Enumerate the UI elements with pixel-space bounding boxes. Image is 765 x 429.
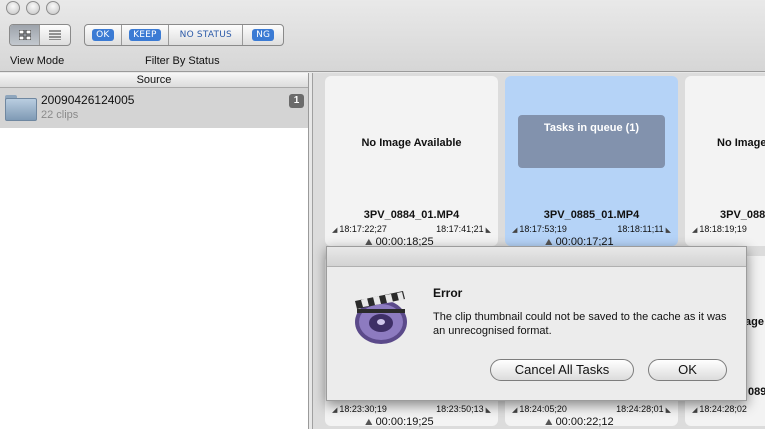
clip-name: 3PV_088 — [720, 209, 765, 221]
clip-tile[interactable]: No Image 3PV_088 18:18:19;19 — [685, 76, 765, 246]
clip-in-timecode: 18:24:28;02 — [692, 404, 747, 414]
clip-in-timecode: 18:18:19;19 — [692, 224, 747, 234]
filter-keep-button[interactable]: KEEP — [122, 25, 170, 45]
folder-icon — [5, 95, 37, 121]
filter-keep-label: KEEP — [129, 29, 161, 41]
clip-out-timecode: 18:24:28;01 — [616, 404, 671, 414]
clip-name: 3PV_0884_01.MP4 — [363, 209, 460, 221]
list-view-button[interactable] — [40, 25, 70, 45]
ok-button[interactable]: OK — [648, 359, 727, 381]
clip-no-image-text: No Image Available — [361, 137, 462, 149]
tasks-queue-text: Tasks in queue (1) — [543, 122, 640, 134]
clip-out-timecode: 18:17:41;21 — [436, 224, 491, 234]
filter-ok-label: OK — [92, 29, 114, 41]
clip-tile[interactable]: No Image Available 3PV_0884_01.MP4 18:17… — [325, 76, 498, 248]
grid-view-button[interactable] — [10, 25, 40, 45]
source-item-clip-count: 22 clips — [41, 109, 79, 121]
tasks-queue-overlay: Tasks in queue (1) — [518, 115, 665, 168]
source-header: Source — [0, 73, 308, 88]
clip-in-timecode: 18:17:53;19 — [512, 224, 567, 234]
list-icon — [49, 30, 61, 40]
filter-ng-label: NG — [252, 29, 275, 41]
clip-out-timecode: 18:18:11;11 — [617, 224, 671, 234]
clip-out-timecode: 18:23:50;13 — [436, 404, 491, 414]
clip-in-timecode: 18:24:05;20 — [512, 404, 567, 414]
status-filter-control: OK KEEP NO STATUS NG — [84, 24, 284, 46]
clip-duration: 00:00:22;12 — [545, 416, 614, 428]
window-close-button[interactable] — [6, 1, 20, 15]
clip-in-timecode: 18:17:22;27 — [332, 224, 387, 234]
clip-name: 089 — [748, 386, 765, 398]
source-item[interactable]: 20090426124005 22 clips 1 — [0, 88, 308, 128]
clip-no-image-text: age — [745, 316, 764, 328]
filter-no-status-button[interactable]: NO STATUS — [169, 25, 244, 45]
grid-icon — [18, 30, 31, 40]
clapperboard-icon — [355, 291, 407, 344]
clip-tile-selected[interactable]: Tasks in queue (1) 3PV_0885_01.MP4 18:17… — [505, 76, 678, 248]
filter-by-status-label: Filter By Status — [145, 55, 220, 67]
error-dialog: Error The clip thumbnail could not be sa… — [326, 246, 747, 401]
source-panel: Source 20090426124005 22 clips 1 — [0, 73, 309, 429]
view-mode-control — [9, 24, 71, 46]
dialog-message: The clip thumbnail could not be saved to… — [433, 311, 727, 337]
filter-ng-button[interactable]: NG — [243, 25, 283, 45]
source-item-name: 20090426124005 — [41, 93, 135, 107]
view-mode-label: View Mode — [10, 55, 65, 67]
toolbar: OK KEEP NO STATUS NG View Mode Filter By… — [0, 0, 765, 72]
dialog-title: Error — [433, 286, 463, 300]
window-minimize-button[interactable] — [26, 1, 40, 15]
source-item-badge: 1 — [289, 94, 304, 108]
filter-ok-button[interactable]: OK — [85, 25, 122, 45]
clip-duration: 00:00:19;25 — [365, 416, 434, 428]
window-zoom-button[interactable] — [46, 1, 60, 15]
clip-name: 3PV_0885_01.MP4 — [543, 209, 640, 221]
clip-in-timecode: 18:23:30;19 — [332, 404, 387, 414]
clip-no-image-text: No Image — [717, 137, 765, 149]
dialog-title-bar — [327, 247, 746, 267]
cancel-all-tasks-button[interactable]: Cancel All Tasks — [490, 359, 634, 381]
filter-no-status-label: NO STATUS — [179, 30, 232, 40]
